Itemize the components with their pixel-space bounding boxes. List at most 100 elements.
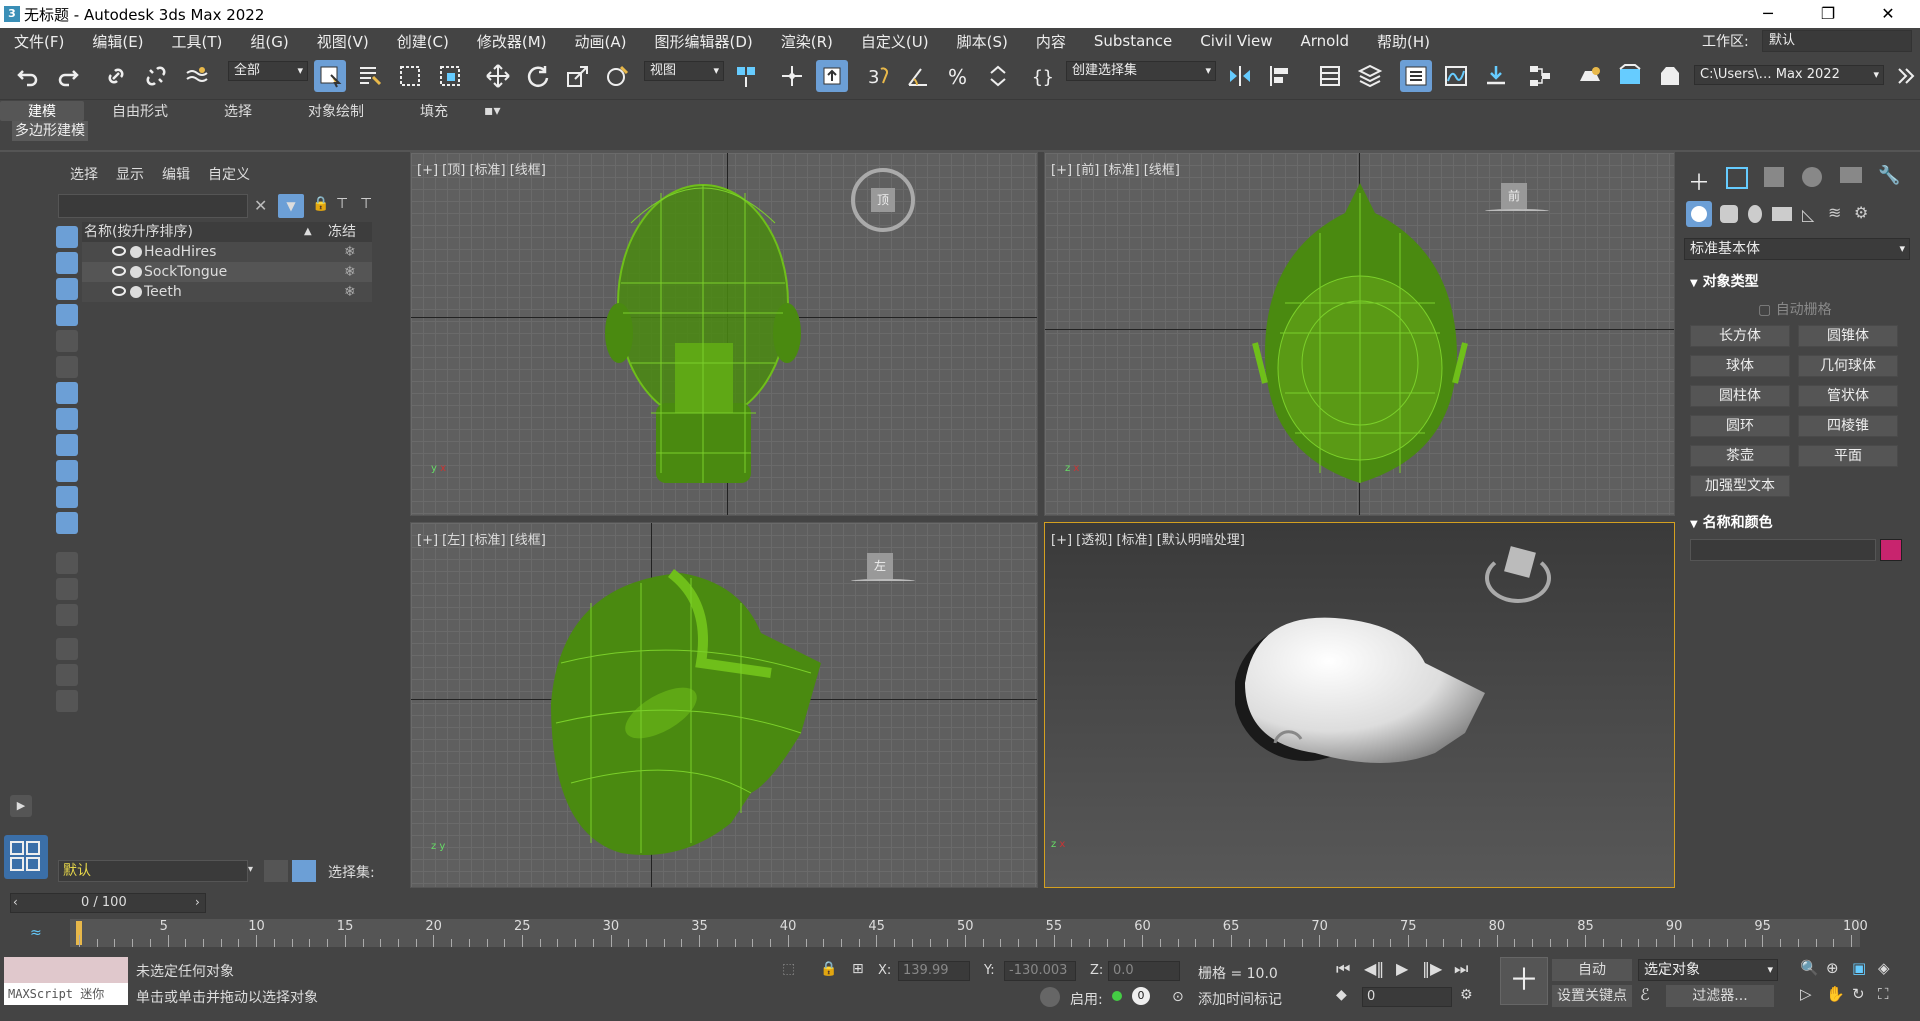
named-selection-dropdown[interactable]: 创建选择集	[1066, 61, 1216, 81]
minimize-icon[interactable]: ─	[1740, 0, 1796, 28]
geometry-category-icon[interactable]	[1686, 201, 1712, 227]
modify-panel-icon[interactable]	[1726, 167, 1748, 189]
explorer-menu-customize[interactable]: 自定义	[208, 164, 250, 184]
toolbar-overflow-icon[interactable]	[1890, 60, 1920, 92]
list-item[interactable]: Teeth ❄	[82, 282, 372, 302]
ribbon-options-icon[interactable]: ▪▾	[476, 103, 509, 119]
viewcube-face[interactable]: 顶	[871, 188, 895, 212]
viewport-top-label[interactable]: [+] [顶] [标准] [线框]	[417, 159, 546, 178]
rendered-frame-window-icon[interactable]	[1614, 60, 1646, 92]
viewport-perspective-label[interactable]: [+] [透视] [标准] [默认明暗处理]	[1051, 529, 1245, 548]
motion-panel-icon[interactable]	[1802, 167, 1822, 187]
mirror-icon[interactable]	[1224, 60, 1256, 92]
layer-explorer-icon[interactable]	[1314, 60, 1346, 92]
select-object-icon[interactable]	[314, 60, 346, 92]
snaps-toggle-icon[interactable]: 3	[862, 60, 894, 92]
teapot-button[interactable]: 茶壶	[1690, 445, 1790, 467]
zoom-all-icon[interactable]: ⊕	[1826, 959, 1839, 977]
display-invert-icon[interactable]	[56, 604, 78, 626]
workspace-dropdown[interactable]: 默认	[1762, 30, 1912, 52]
absolute-mode-icon[interactable]: ⊞	[852, 961, 864, 977]
hierarchy-icon[interactable]: ⊤	[336, 196, 348, 212]
primitive-type-dropdown[interactable]: 标准基本体	[1684, 238, 1910, 260]
column-name[interactable]: 名称(按升序排序)	[84, 222, 193, 242]
scale-icon[interactable]	[562, 60, 594, 92]
box-button[interactable]: 长方体	[1690, 325, 1790, 347]
adaptive-degradation-icon[interactable]	[1040, 987, 1060, 1007]
render-production-icon[interactable]	[1654, 60, 1686, 92]
move-icon[interactable]	[482, 60, 514, 92]
object-name[interactable]: HeadHires	[144, 242, 216, 262]
freeze-snowflake-icon[interactable]: ❄	[344, 262, 356, 282]
object-color-swatch[interactable]	[1880, 539, 1902, 561]
add-time-tag[interactable]: 添加时间标记	[1198, 989, 1282, 1009]
viewport-front[interactable]: 前 z x [+] [前] [标准] [线框]	[1044, 152, 1675, 516]
zoom-extents-all-icon[interactable]: ◈	[1878, 959, 1890, 977]
set-key-button[interactable]: 设置关键点	[1552, 985, 1632, 1007]
explorer-menu-select[interactable]: 选择	[70, 164, 98, 184]
fov-icon[interactable]: ▷	[1800, 985, 1812, 1003]
lights-category-icon[interactable]	[1748, 205, 1762, 223]
current-frame-field[interactable]: 0	[1362, 987, 1452, 1007]
tube-button[interactable]: 管状体	[1798, 385, 1898, 407]
visibility-eye-icon[interactable]	[112, 266, 126, 276]
helpers-category-icon[interactable]: ◺	[1802, 205, 1814, 224]
name-color-section[interactable]: ▼ 名称和颜色	[1690, 512, 1908, 534]
bind-spacewarp-icon[interactable]	[180, 60, 212, 92]
ribbon-tab-modeling[interactable]: 建模	[0, 101, 84, 121]
menu-substance[interactable]: Substance	[1080, 32, 1186, 50]
viewport-left-label[interactable]: [+] [左] [标准] [线框]	[417, 529, 546, 548]
zoom-icon[interactable]: 🔍	[1800, 959, 1819, 977]
project-path-dropdown[interactable]: C:\Users\… Max 2022	[1694, 65, 1884, 85]
orbit-icon[interactable]: ↻	[1852, 985, 1865, 1003]
rect-selection-icon[interactable]	[394, 60, 426, 92]
viewcube-face[interactable]	[1504, 546, 1536, 578]
scene-explorer-toggle-icon[interactable]	[1400, 60, 1432, 92]
menu-civil-view[interactable]: Civil View	[1186, 32, 1286, 50]
layer-dropdown[interactable]: 默认	[58, 860, 248, 882]
menu-customize[interactable]: 自定义(U)	[847, 31, 943, 52]
column-frozen[interactable]: 冻结	[328, 222, 356, 242]
key-mode-icon[interactable]: ◆	[1336, 987, 1347, 1003]
viewcube-perspective[interactable]	[1485, 546, 1551, 603]
ribbon-polygon-modeling[interactable]: 多边形建模	[12, 121, 88, 141]
filter-geometry-icon[interactable]	[56, 226, 78, 248]
pyramid-button[interactable]: 四棱锥	[1798, 415, 1898, 437]
isolate-selection-icon[interactable]: ⬚	[782, 961, 795, 977]
display-child-icon[interactable]	[56, 690, 78, 712]
x-coordinate-field[interactable]: 139.99	[898, 961, 970, 981]
time-tag-icon[interactable]: ⊙	[1172, 989, 1184, 1005]
autogrid-checkbox[interactable]: ▢ 自动栅格	[1758, 299, 1832, 319]
viewport-left[interactable]: 左 z y [+] [左] [标准] [线框]	[410, 522, 1038, 888]
explorer-menu-edit[interactable]: 编辑	[162, 164, 190, 184]
menu-scripting[interactable]: 脚本(S)	[943, 31, 1022, 52]
place-icon[interactable]	[602, 60, 634, 92]
next-frame-icon[interactable]: ‖▶	[1422, 959, 1442, 978]
time-slider-next-icon[interactable]: ›	[195, 895, 200, 909]
dope-sheet-icon[interactable]	[1480, 60, 1512, 92]
rotate-icon[interactable]	[522, 60, 554, 92]
z-coordinate-field[interactable]: 0.0	[1108, 961, 1180, 981]
ribbon-tab-populate[interactable]: 填充	[392, 101, 476, 121]
filter-cameras-icon[interactable]	[56, 304, 78, 326]
viewcube-top[interactable]: 顶	[851, 168, 915, 232]
layers-icon[interactable]	[1354, 60, 1386, 92]
viewport-layout-icon[interactable]	[4, 835, 48, 879]
zoom-extents-icon[interactable]: ▣	[1852, 959, 1866, 977]
maxscript-listener-input[interactable]	[4, 957, 128, 983]
undo-icon[interactable]	[12, 60, 44, 92]
freeze-snowflake-icon[interactable]: ❄	[344, 282, 356, 302]
viewcube-face[interactable]: 左	[867, 553, 893, 579]
expand-icon[interactable]: ▶	[10, 795, 32, 817]
viewport-front-label[interactable]: [+] [前] [标准] [线框]	[1051, 159, 1180, 178]
pivot-center-icon[interactable]	[730, 60, 762, 92]
pan-icon[interactable]: ✋	[1826, 985, 1845, 1003]
maxscript-mini[interactable]: MAXScript 迷你	[4, 983, 128, 1005]
keyboard-shortcut-toggle-icon[interactable]	[816, 60, 848, 92]
prev-frame-icon[interactable]: ◀‖	[1364, 959, 1384, 978]
curve-editor-mini-icon[interactable]: ≈	[30, 925, 42, 941]
ribbon-tab-selection[interactable]: 选择	[196, 101, 280, 121]
layer-hierarchy-icon[interactable]: ⊤	[360, 196, 372, 212]
select-by-name-icon[interactable]	[354, 60, 386, 92]
viewcube-front[interactable]: 前	[1485, 183, 1549, 213]
